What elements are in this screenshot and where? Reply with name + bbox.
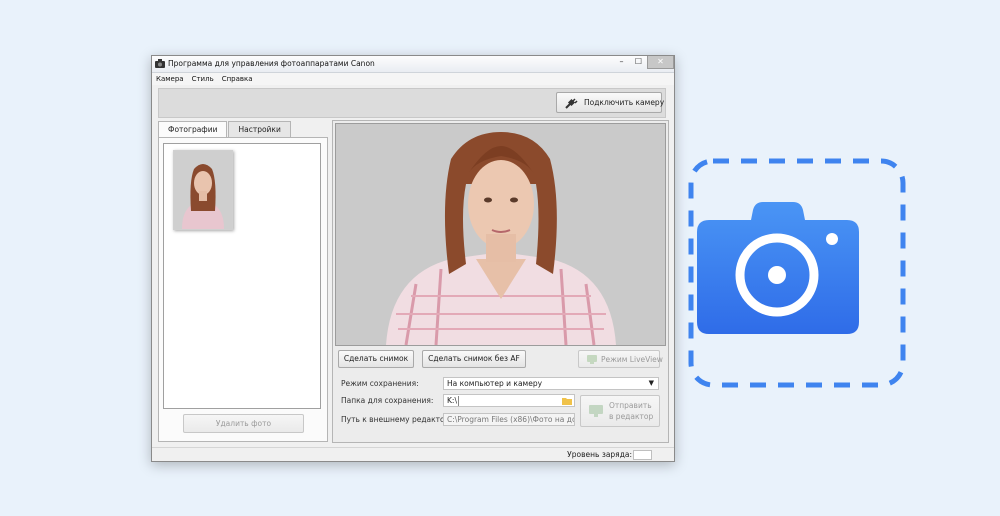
send-editor-line1: Отправить	[609, 401, 652, 410]
tab-settings[interactable]: Настройки	[228, 121, 291, 137]
take-photo-button[interactable]: Сделать снимок	[338, 350, 414, 368]
editor-path-label: Путь к внешнему редактору:	[341, 415, 457, 424]
send-editor-line2: в редактор	[609, 412, 654, 421]
minimize-button[interactable]: –	[613, 56, 630, 68]
take-photo-no-af-button[interactable]: Сделать снимок без AF	[422, 350, 526, 368]
liveview-label: Режим LiveView	[601, 355, 663, 364]
plug-icon	[565, 98, 578, 109]
text-caret	[458, 396, 459, 406]
battery-indicator	[633, 450, 652, 460]
title-bar: Программа для управления фотоаппаратами …	[152, 56, 674, 73]
battery-level-label: Уровень заряда:	[567, 450, 632, 459]
camera-panel: Сделать снимок Сделать снимок без AF Реж…	[332, 120, 669, 443]
close-button[interactable]: ✕	[647, 56, 674, 69]
save-mode-select[interactable]: На компьютер и камеру ▼	[443, 377, 659, 390]
monitor-icon	[589, 405, 603, 417]
save-folder-label: Папка для сохранения:	[341, 396, 434, 405]
tab-strip: Фотографии Настройки	[158, 121, 292, 138]
save-mode-label: Режим сохранения:	[341, 379, 419, 388]
camera-icon	[697, 202, 859, 334]
liveview-preview	[335, 123, 666, 346]
send-to-editor-button[interactable]: Отправить в редактор	[580, 395, 660, 427]
window-controls: – ☐ ✕	[613, 56, 674, 69]
status-bar: Уровень заряда:	[152, 447, 674, 461]
save-mode-value: На компьютер и камеру	[447, 379, 543, 388]
photos-panel: Удалить фото	[158, 137, 328, 442]
menu-style[interactable]: Стиль	[188, 73, 218, 85]
app-camera-icon	[155, 59, 165, 68]
delete-photo-button[interactable]: Удалить фото	[183, 414, 304, 433]
photo-thumbnail[interactable]	[173, 150, 233, 230]
chevron-down-icon: ▼	[648, 379, 654, 387]
tab-photos[interactable]: Фотографии	[158, 121, 228, 138]
editor-path-field[interactable]: C:\Program Files (x86)\Фото на док	[443, 413, 575, 426]
menu-bar: Камера Стиль Справка	[152, 73, 674, 85]
connect-camera-label: Подключить камеру	[584, 98, 665, 107]
menu-help[interactable]: Справка	[218, 73, 257, 85]
liveview-button[interactable]: Режим LiveView	[578, 350, 663, 368]
connect-camera-button[interactable]: Подключить камеру	[556, 92, 665, 113]
save-settings: Режим сохранения: На компьютер и камеру …	[335, 375, 664, 437]
folder-icon[interactable]	[562, 397, 572, 405]
photo-list[interactable]	[163, 143, 321, 409]
save-folder-field[interactable]: K:\	[443, 394, 575, 407]
save-folder-value: K:\	[447, 396, 457, 405]
toolbar: Подключить камеру	[158, 88, 666, 118]
window-title: Программа для управления фотоаппаратами …	[168, 59, 375, 68]
liveview-icon	[587, 355, 597, 364]
maximize-button[interactable]: ☐	[630, 56, 647, 68]
menu-camera[interactable]: Камера	[152, 73, 188, 85]
app-window: Программа для управления фотоаппаратами …	[151, 55, 675, 462]
